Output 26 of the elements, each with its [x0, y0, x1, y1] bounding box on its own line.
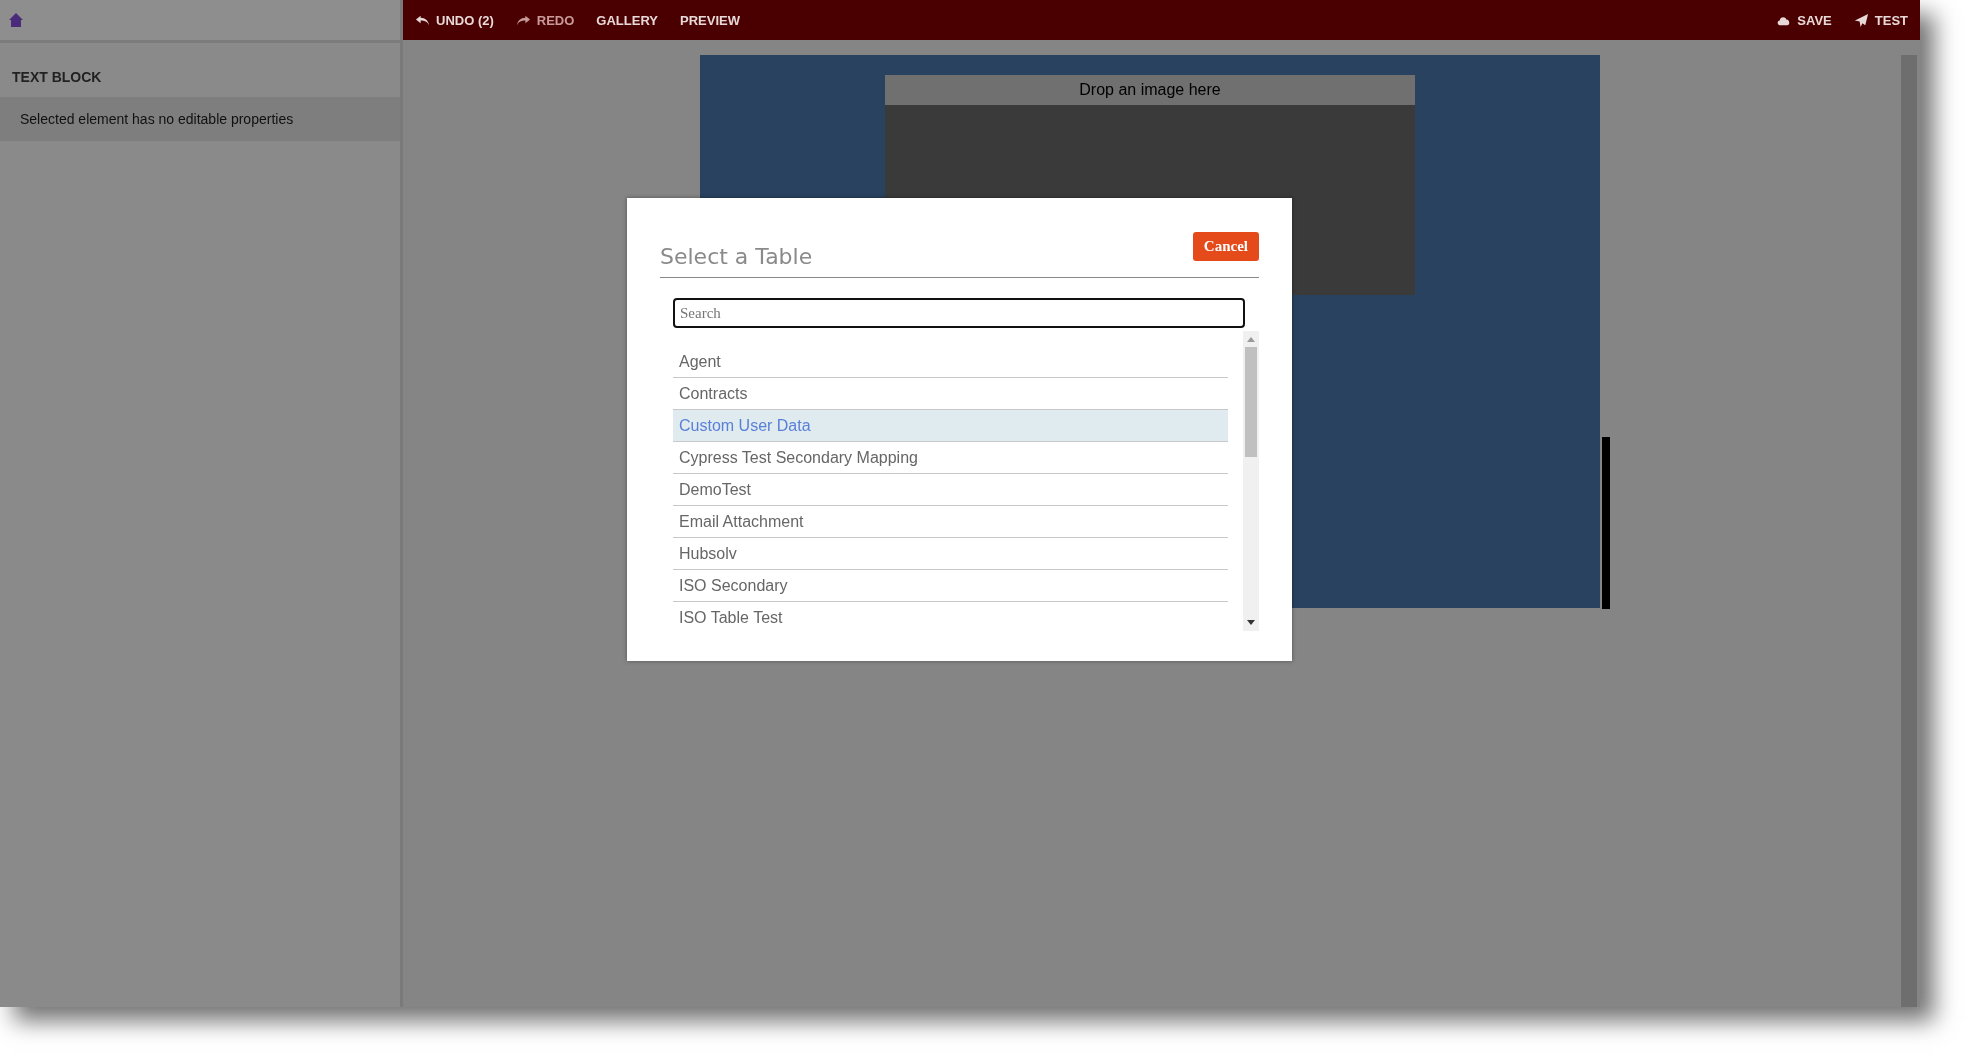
table-list-item[interactable]: Agent	[673, 346, 1228, 378]
panel-title: TEXT BLOCK	[11, 68, 103, 87]
save-button[interactable]: SAVE	[1776, 12, 1832, 28]
scroll-down-arrow-icon[interactable]	[1247, 620, 1255, 626]
search-field[interactable]: Search	[673, 298, 1245, 328]
table-list-item[interactable]: Custom User Data	[673, 410, 1228, 442]
menu-button[interactable]: GALLERY	[596, 12, 658, 28]
paper-plane-icon	[1853, 12, 1869, 28]
undo-button[interactable]: UNDO (2)	[415, 12, 494, 28]
table-list-item[interactable]: Cypress Test Secondary Mapping	[673, 442, 1228, 474]
menu-button[interactable]: PREVIEW	[680, 12, 740, 28]
table-list-item[interactable]: DemoTest	[673, 474, 1228, 506]
table-list-item[interactable]: Email Attachment	[673, 506, 1228, 538]
dialog-title: Select a Table	[660, 244, 813, 269]
table-list-item[interactable]: Hubsolv	[673, 538, 1228, 570]
cancel-button[interactable]: Cancel	[1192, 232, 1259, 261]
drop-zone-label: Drop an image here	[885, 75, 1415, 105]
scroll-up-arrow-icon[interactable]	[1247, 336, 1255, 342]
home-icon[interactable]	[8, 12, 24, 28]
resize-handle[interactable]	[1602, 437, 1610, 609]
panel-message: Selected element has no editable properties	[0, 97, 400, 141]
send-button[interactable]: TEST	[1853, 12, 1908, 28]
scrollbar[interactable]	[1901, 55, 1917, 1007]
scrollbar[interactable]	[1243, 331, 1259, 631]
table-list-item[interactable]: ISO Table Test	[673, 602, 1228, 631]
table-list-item[interactable]: ISO Secondary	[673, 570, 1228, 602]
